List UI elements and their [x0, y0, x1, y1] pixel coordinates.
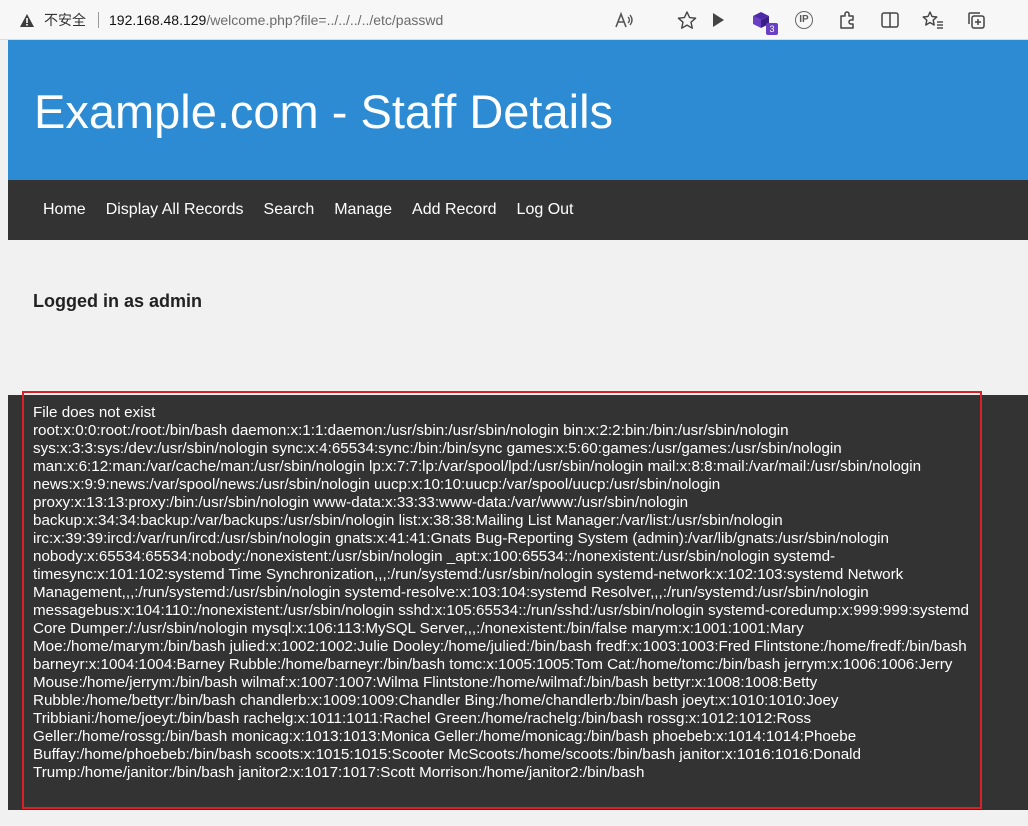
nav-display-all-records[interactable]: Display All Records: [96, 193, 254, 227]
main-content: Logged in as admin: [8, 240, 1028, 395]
url-text[interactable]: 192.168.48.129/welcome.php?file=../../..…: [109, 12, 443, 28]
site-header: Example.com - Staff Details: [8, 40, 1028, 180]
extension-badge: 3: [766, 23, 778, 35]
nav-home[interactable]: Home: [33, 193, 96, 227]
nav-manage[interactable]: Manage: [324, 193, 402, 227]
passwd-content: root:x:0:0:root:/root:/bin/bash daemon:x…: [33, 422, 969, 781]
file-output-panel: File does not exist root:x:0:0:root:/roo…: [8, 395, 1028, 810]
extension-cube-icon[interactable]: 3: [749, 8, 778, 35]
ip-icon-label: IP: [795, 11, 813, 29]
address-bar[interactable]: 不安全 192.168.48.129/welcome.php?file=../.…: [18, 4, 690, 36]
play-icon[interactable]: [706, 8, 730, 32]
url-path: /welcome.php?file=../../../../etc/passwd: [206, 12, 444, 28]
browser-tool-icons: 3 IP: [706, 8, 1007, 35]
read-aloud-icon[interactable]: [612, 8, 636, 32]
nav-search[interactable]: Search: [254, 193, 325, 227]
main-nav: Home Display All Records Search Manage A…: [8, 180, 1028, 240]
insecure-label[interactable]: 不安全: [44, 10, 86, 30]
collections-icon[interactable]: [964, 8, 988, 32]
url-host: 192.168.48.129: [109, 12, 207, 28]
star-outline-icon[interactable]: [675, 8, 699, 32]
ip-lookup-icon[interactable]: IP: [792, 8, 816, 32]
nav-add-record[interactable]: Add Record: [402, 193, 507, 227]
extensions-puzzle-icon[interactable]: [835, 8, 859, 32]
page-bottom: [0, 810, 1028, 826]
address-bar-actions: [612, 8, 718, 32]
browser-toolbar: 不安全 192.168.48.129/welcome.php?file=../.…: [0, 0, 1028, 40]
logged-in-status: Logged in as admin: [33, 291, 203, 311]
split-screen-icon[interactable]: [878, 8, 902, 32]
site-title: Example.com - Staff Details: [34, 85, 614, 138]
address-separator: [98, 12, 99, 28]
favorites-list-icon[interactable]: [921, 8, 945, 32]
file-output-text: File does not exist root:x:0:0:root:/roo…: [33, 404, 978, 782]
warning-triangle-icon[interactable]: [18, 11, 36, 29]
error-message: File does not exist: [33, 404, 156, 421]
nav-log-out[interactable]: Log Out: [507, 193, 584, 227]
